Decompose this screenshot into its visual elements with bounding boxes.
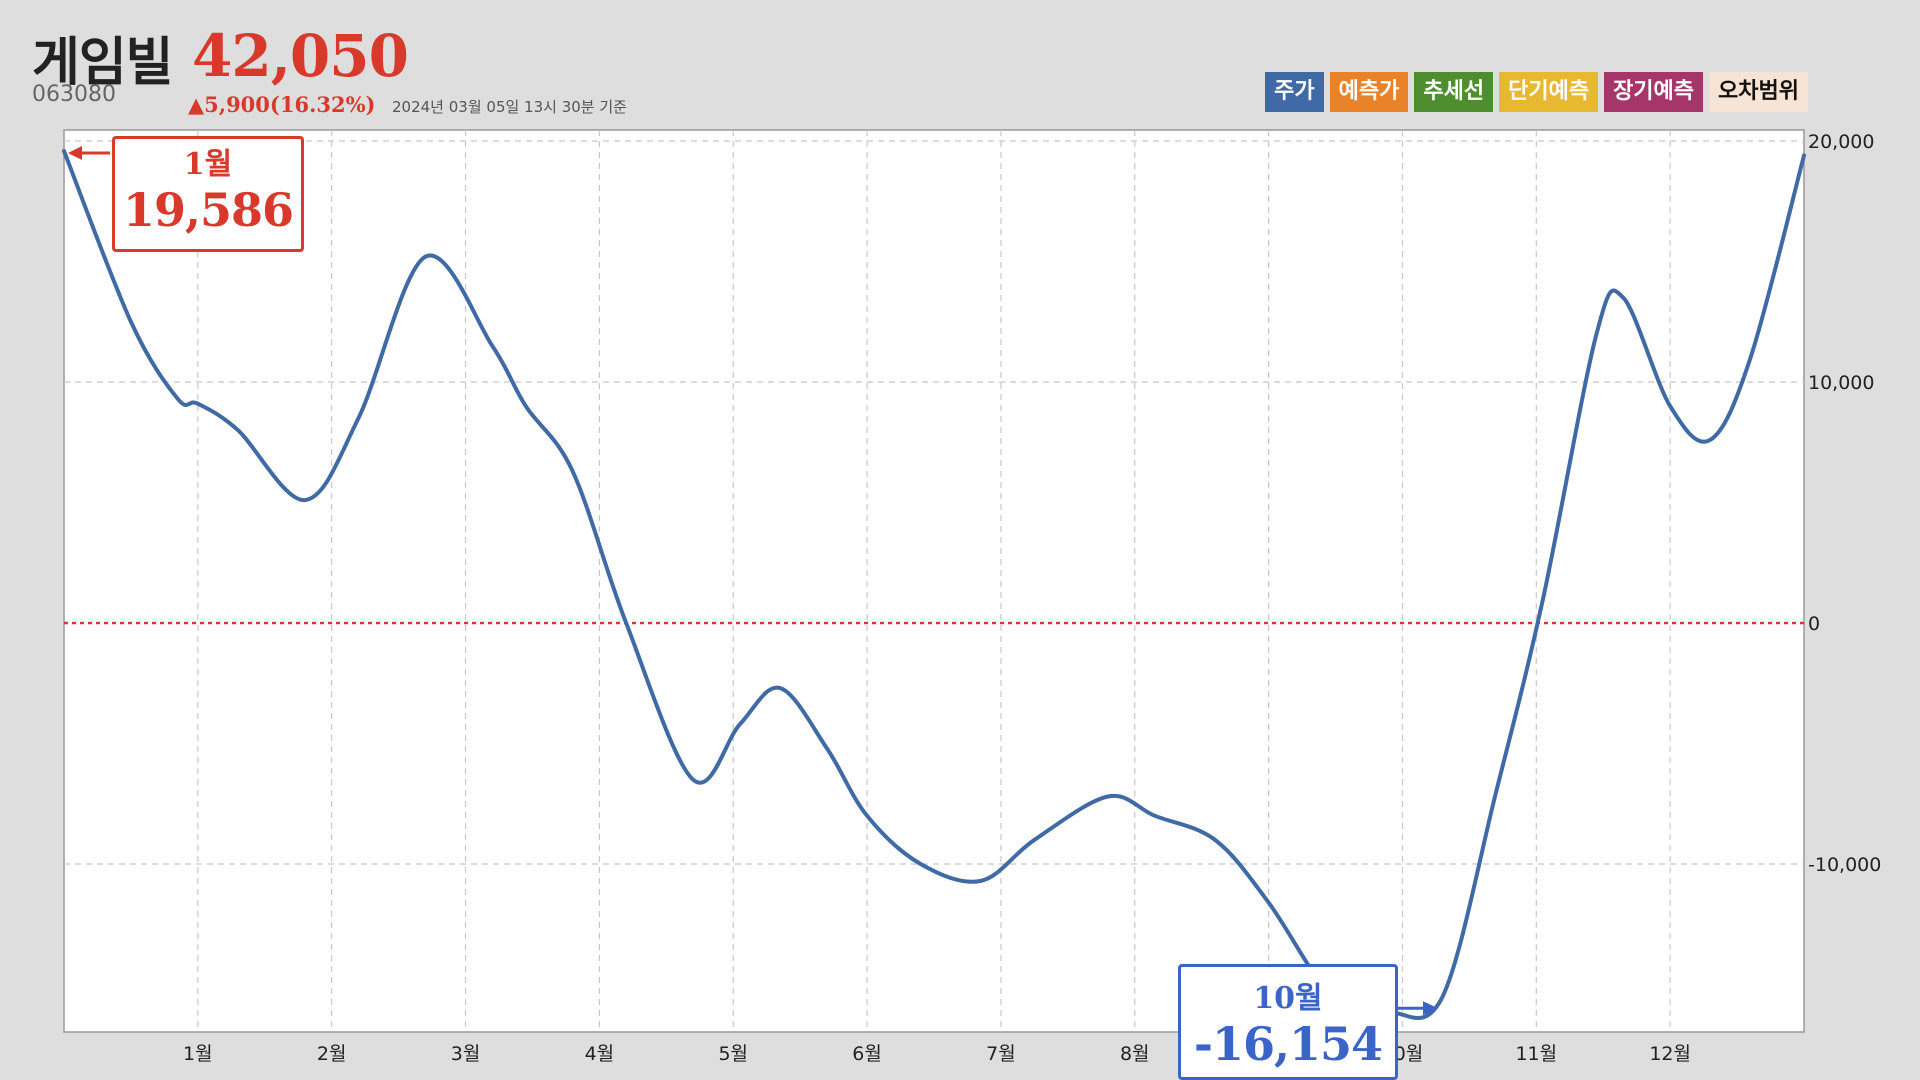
min-month-label: 10월 — [1253, 981, 1323, 1016]
x-tick-label: 2월 — [317, 1043, 347, 1065]
y-tick-label: -10,000 — [1808, 854, 1881, 876]
x-tick-label: 11월 — [1515, 1043, 1557, 1065]
x-tick-label: 12월 — [1649, 1043, 1691, 1065]
y-tick-label: 10,000 — [1808, 372, 1874, 394]
x-tick-label: 3월 — [451, 1043, 481, 1065]
plot-area — [63, 129, 1805, 1033]
y-tick-label: 0 — [1808, 613, 1820, 635]
x-tick-label: 4월 — [585, 1043, 615, 1065]
x-tick-label: 8월 — [1120, 1043, 1150, 1065]
max-month-label: 1월 — [183, 147, 233, 182]
min-value-label: -16,154 — [1193, 1017, 1383, 1071]
x-tick-label: 6월 — [852, 1043, 882, 1065]
max-value-label: 19,586 — [122, 183, 294, 237]
min-value-callout: 10월 -16,154 — [1178, 964, 1398, 1080]
x-tick-label: 7월 — [986, 1043, 1016, 1065]
y-tick-label: 20,000 — [1808, 131, 1874, 153]
max-value-callout: 1월 19,586 — [112, 136, 304, 252]
x-tick-label: 1월 — [183, 1043, 213, 1065]
x-tick-label: 5월 — [718, 1043, 748, 1065]
